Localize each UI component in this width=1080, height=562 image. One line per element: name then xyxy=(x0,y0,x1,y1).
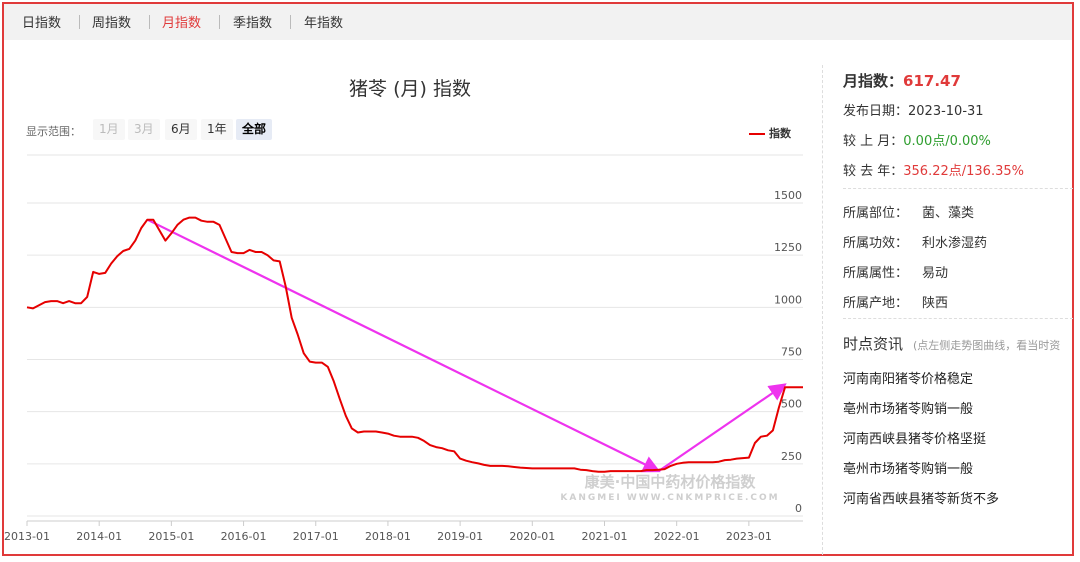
y-tick-label: 0 xyxy=(795,502,802,515)
index-value: 617.47 xyxy=(903,72,961,90)
attr-label: 所属功效： xyxy=(843,236,909,251)
monthly-index-row: 月指数：617.47 xyxy=(843,70,961,91)
watermark-title: 康美·中国中药材价格指数 xyxy=(585,473,757,491)
panel-divider-line xyxy=(843,318,1073,319)
watermark: 康美·中国中药材价格指数 KANGMEI WWW.CNKMPRICE.COM xyxy=(560,473,779,503)
x-tick-label: 2017-01 xyxy=(293,530,339,543)
attr-label: 所属部位： xyxy=(843,206,909,221)
x-tick-label: 2020-01 xyxy=(509,530,555,543)
news-item[interactable]: 河南西峡县猪苓价格坚挺 xyxy=(843,428,986,447)
watermark-url: KANGMEI WWW.CNKMPRICE.COM xyxy=(560,493,779,503)
y-tick-label: 1250 xyxy=(774,241,802,254)
index-label: 月指数： xyxy=(843,72,904,90)
x-axis-ticks: 2013-01 2014-01 2015-01 2016-01 2017-01 2018-… xyxy=(4,520,803,543)
news-item[interactable]: 河南南阳猪苓价格稳定 xyxy=(843,368,973,387)
x-tick-label: 2014-01 xyxy=(76,530,122,543)
publish-date-row: 发布日期：2023-10-31 xyxy=(843,100,984,119)
attr-row-origin: 所属产地： 陕西 xyxy=(843,292,948,311)
attr-row-part: 所属部位： 菌、藻类 xyxy=(843,202,974,221)
month-over-month-row: 较 上 月：0.00点/0.00% xyxy=(843,130,991,149)
attr-value: 陕西 xyxy=(922,296,949,311)
attr-value: 菌、藻类 xyxy=(922,206,975,221)
news-header: 时点资讯 (点左侧走势图曲线，看当时资 xyxy=(843,333,1060,354)
attr-label: 所属产地： xyxy=(843,296,909,311)
trend-arrow xyxy=(146,218,661,473)
date-label: 发布日期： xyxy=(843,104,909,119)
attr-value: 利水渗湿药 xyxy=(922,236,988,251)
index-series-line[interactable] xyxy=(26,216,803,473)
x-tick-label: 2018-01 xyxy=(365,530,411,543)
x-tick-label: 2023-01 xyxy=(726,530,772,543)
attr-label: 所属属性： xyxy=(843,266,909,281)
trend-arrows xyxy=(146,218,787,473)
news-item[interactable]: 亳州市场猪苓购销一般 xyxy=(843,458,973,477)
yoy-label: 较 去 年： xyxy=(843,164,904,179)
attr-row-efficacy: 所属功效： 利水渗湿药 xyxy=(843,232,987,251)
x-tick-label: 2015-01 xyxy=(148,530,194,543)
x-tick-label: 2019-01 xyxy=(437,530,483,543)
year-over-year-row: 较 去 年：356.22点/136.35% xyxy=(843,160,1024,179)
date-value: 2023-10-31 xyxy=(908,104,984,119)
mom-value: 0.00点/0.00% xyxy=(903,134,991,149)
y-tick-label: 250 xyxy=(781,450,802,463)
news-title: 时点资讯 xyxy=(843,335,904,353)
yoy-value: 356.22点/136.35% xyxy=(903,164,1024,179)
index-line-chart[interactable]: 康美·中国中药材价格指数 KANGMEI WWW.CNKMPRICE.COM 1… xyxy=(0,0,820,562)
mom-label: 较 上 月： xyxy=(843,134,904,149)
index-series[interactable] xyxy=(26,216,803,473)
x-tick-label: 2013-01 xyxy=(4,530,50,543)
attr-value: 易动 xyxy=(922,266,949,281)
y-axis-ticks: 1500 1250 1000 750 500 250 0 xyxy=(774,189,802,515)
y-tick-label: 500 xyxy=(781,398,802,411)
y-tick-label: 750 xyxy=(781,346,802,359)
x-tick-label: 2016-01 xyxy=(221,530,267,543)
trend-arrow xyxy=(658,383,787,473)
news-item[interactable]: 河南省西峡县猪苓新货不多 xyxy=(843,488,999,507)
news-hint: (点左侧走势图曲线，看当时资 xyxy=(913,339,1061,352)
attr-row-property: 所属属性： 易动 xyxy=(843,262,948,281)
x-tick-label: 2021-01 xyxy=(582,530,628,543)
panel-divider-line xyxy=(843,188,1073,189)
news-item[interactable]: 亳州市场猪苓购销一般 xyxy=(843,398,973,417)
x-tick-label: 2022-01 xyxy=(654,530,700,543)
panel-divider xyxy=(822,65,823,555)
y-tick-label: 1000 xyxy=(774,293,802,306)
y-tick-label: 1500 xyxy=(774,189,802,202)
